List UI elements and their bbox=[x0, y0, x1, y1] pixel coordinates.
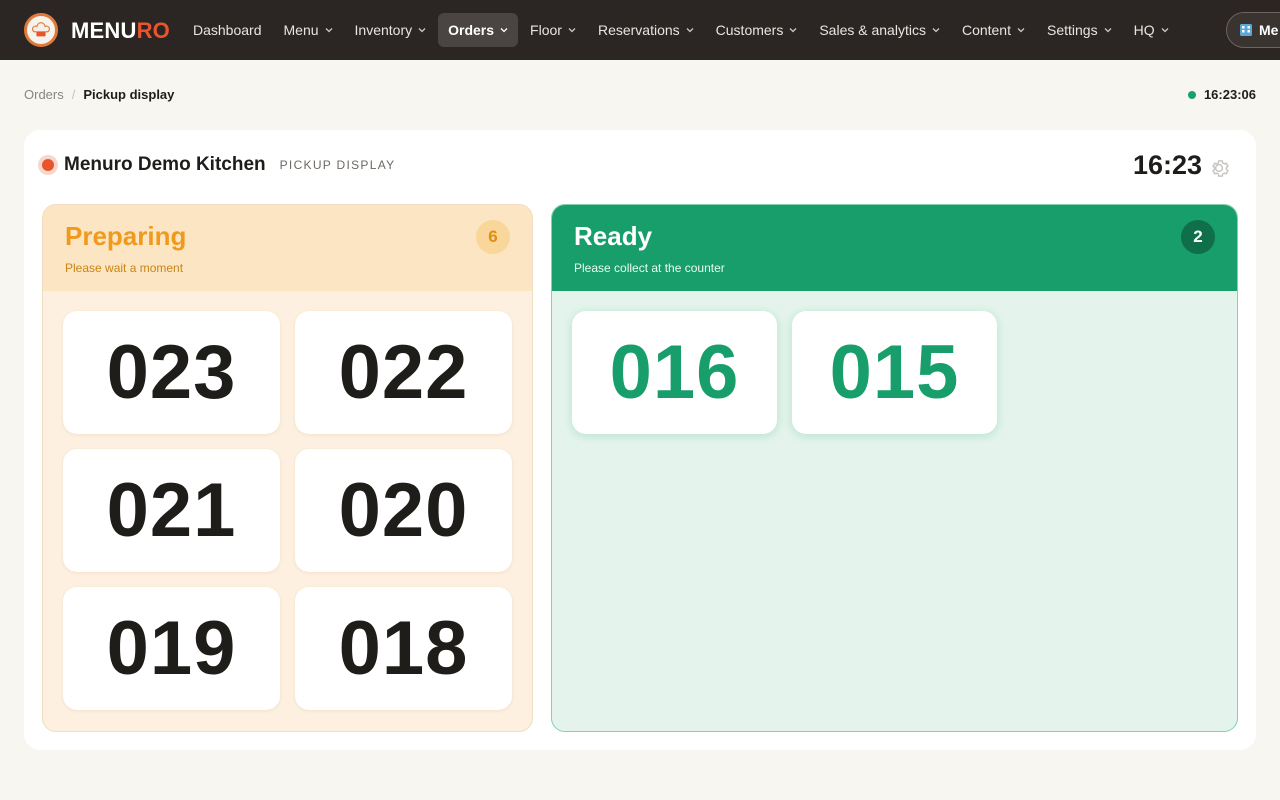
nav-item-settings[interactable]: Settings bbox=[1037, 13, 1122, 47]
preparing-count-badge: 6 bbox=[476, 220, 510, 254]
store-switcher-label: Me bbox=[1259, 22, 1279, 38]
chevron-down-icon bbox=[1161, 28, 1169, 33]
chevron-down-icon bbox=[932, 28, 940, 33]
nav-item-content[interactable]: Content bbox=[952, 13, 1035, 47]
order-number-tile: 016 bbox=[572, 311, 777, 434]
nav-item-hq[interactable]: HQ bbox=[1124, 13, 1179, 47]
order-number-tile: 021 bbox=[63, 449, 280, 572]
chevron-down-icon bbox=[789, 28, 797, 33]
top-nav-bar: MENURO Dashboard Menu Inventory Orders F… bbox=[0, 0, 1280, 60]
nav-item-customers[interactable]: Customers bbox=[706, 13, 808, 47]
chef-hat-logo-icon[interactable] bbox=[24, 13, 58, 47]
breadcrumb-current: Pickup display bbox=[83, 87, 175, 102]
nav-item-sales-analytics[interactable]: Sales & analytics bbox=[809, 13, 950, 47]
ready-title: Ready bbox=[574, 221, 653, 251]
order-number-tile: 023 bbox=[63, 311, 280, 434]
chevron-down-icon bbox=[1017, 28, 1025, 33]
display-mode-label: PICKUP DISPLAY bbox=[279, 158, 396, 172]
display-time: 16:23 bbox=[1132, 150, 1202, 180]
pickup-display-card: Menuro Demo Kitchen PICKUP DISPLAY 16:23… bbox=[24, 130, 1256, 750]
order-number-tile: 019 bbox=[63, 587, 280, 710]
brand-name[interactable]: MENURO bbox=[71, 18, 170, 44]
preparing-title: Preparing bbox=[65, 221, 187, 251]
nav-item-menu[interactable]: Menu bbox=[274, 13, 343, 47]
nav-item-inventory[interactable]: Inventory bbox=[345, 13, 437, 47]
chevron-down-icon bbox=[686, 28, 694, 33]
chevron-down-icon bbox=[1104, 28, 1112, 33]
main-nav: Dashboard Menu Inventory Orders Floor Re… bbox=[183, 13, 1181, 47]
chevron-down-icon bbox=[500, 28, 508, 33]
preparing-header: Preparing Please wait a moment 6 bbox=[43, 205, 532, 291]
ready-subtitle: Please collect at the counter bbox=[574, 261, 725, 275]
nav-item-floor[interactable]: Floor bbox=[520, 13, 586, 47]
order-number-tile: 015 bbox=[792, 311, 997, 434]
breadcrumb-separator: / bbox=[71, 87, 76, 102]
order-number-tile: 020 bbox=[295, 449, 512, 572]
preparing-subtitle: Please wait a moment bbox=[65, 261, 184, 275]
chevron-down-icon bbox=[325, 28, 332, 33]
ready-column: Ready Please collect at the counter 2 01… bbox=[551, 204, 1238, 732]
ready-header: Ready Please collect at the counter 2 bbox=[552, 205, 1237, 291]
chevron-down-icon bbox=[568, 28, 576, 33]
kitchen-name: Menuro Demo Kitchen bbox=[64, 154, 266, 175]
online-status-dot bbox=[1187, 90, 1196, 99]
live-clock-time: 16:23:06 bbox=[1203, 87, 1256, 102]
building-icon bbox=[1240, 24, 1252, 36]
breadcrumb-orders-link[interactable]: Orders bbox=[24, 87, 64, 102]
nav-item-dashboard[interactable]: Dashboard bbox=[183, 13, 272, 47]
live-clock: 16:23:06 bbox=[1187, 87, 1256, 102]
nav-item-reservations[interactable]: Reservations bbox=[588, 13, 704, 47]
display-header: Menuro Demo Kitchen PICKUP DISPLAY bbox=[38, 154, 395, 176]
nav-item-orders[interactable]: Orders bbox=[438, 13, 519, 47]
ready-count-badge: 2 bbox=[1181, 220, 1215, 254]
breadcrumb: Orders / Pickup display bbox=[24, 87, 174, 102]
order-number-tile: 022 bbox=[295, 311, 512, 434]
live-indicator-icon bbox=[38, 155, 58, 175]
chevron-down-icon bbox=[418, 28, 426, 33]
preparing-column: Preparing Please wait a moment 6 023 022… bbox=[42, 204, 533, 732]
gear-icon[interactable] bbox=[1207, 156, 1231, 180]
store-switcher-button[interactable]: Me bbox=[1226, 12, 1280, 48]
order-number-tile: 018 bbox=[295, 587, 512, 710]
